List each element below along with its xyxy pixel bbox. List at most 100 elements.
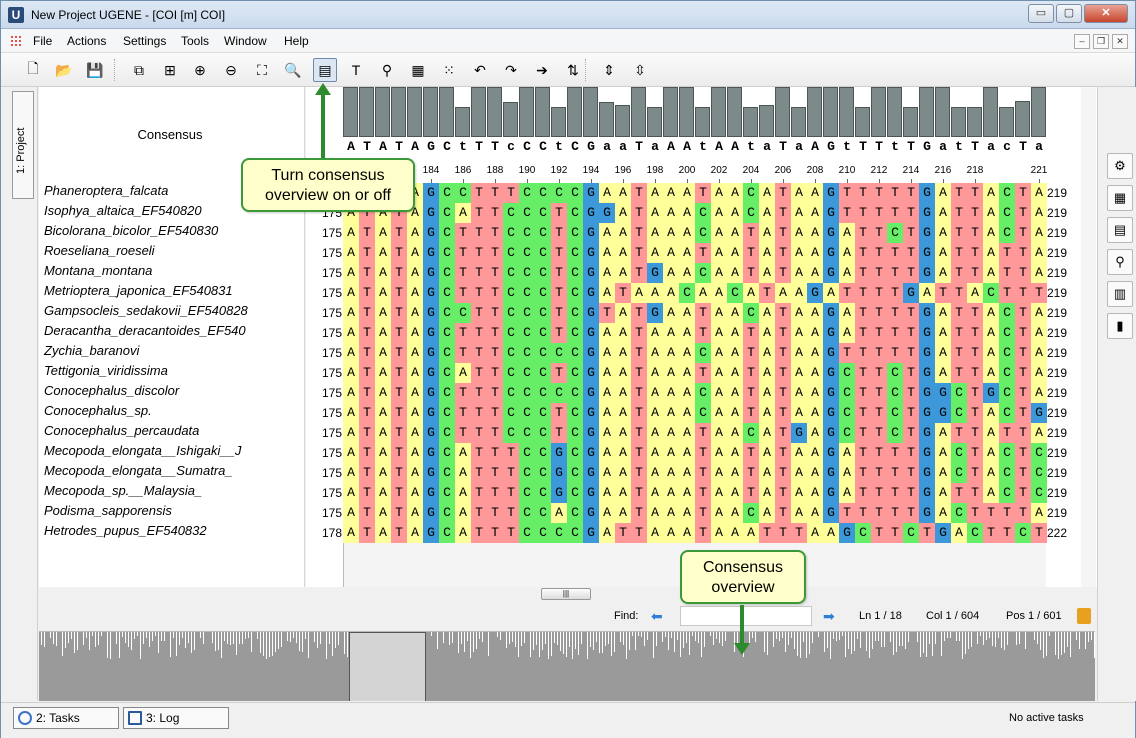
alignment-cell[interactable]: T xyxy=(871,183,887,203)
alignment-cell[interactable]: C xyxy=(567,363,583,383)
alignment-cell[interactable]: A xyxy=(1031,423,1047,443)
alignment-cell[interactable]: T xyxy=(871,383,887,403)
alignment-cell[interactable]: A xyxy=(727,263,743,283)
alignment-cell[interactable]: A xyxy=(791,343,807,363)
alignment-cell[interactable]: T xyxy=(951,203,967,223)
alignment-cell[interactable]: A xyxy=(679,183,695,203)
alignment-cell[interactable]: T xyxy=(391,343,407,363)
alignment-cell[interactable]: T xyxy=(487,423,503,443)
alignment-cell[interactable]: C xyxy=(519,483,535,503)
alignment-cell[interactable]: C xyxy=(967,523,983,543)
alignment-cell[interactable]: A xyxy=(935,503,951,523)
alignment-cell[interactable]: C xyxy=(519,383,535,403)
alignment-cell[interactable]: A xyxy=(759,203,775,223)
alignment-cell[interactable]: T xyxy=(951,263,967,283)
alignment-cell[interactable]: G xyxy=(423,303,439,323)
alignment-cell[interactable]: T xyxy=(775,243,791,263)
alignment-cell[interactable]: T xyxy=(359,503,375,523)
alignment-cell[interactable]: C xyxy=(551,183,567,203)
alignment-cell[interactable]: A xyxy=(1031,243,1047,263)
alignment-cell[interactable]: T xyxy=(471,363,487,383)
alignment-cell[interactable]: A xyxy=(647,503,663,523)
alignment-cell[interactable]: A xyxy=(839,443,855,463)
alignment-cell[interactable]: A xyxy=(967,283,983,303)
alignment-cell[interactable]: T xyxy=(967,483,983,503)
alignment-cell[interactable]: G xyxy=(583,443,599,463)
alignment-cell[interactable]: T xyxy=(631,423,647,443)
alignment-cell[interactable]: T xyxy=(391,463,407,483)
alignment-cell[interactable]: C xyxy=(887,423,903,443)
alignment-cell[interactable]: A xyxy=(679,263,695,283)
alignment-cell[interactable]: G xyxy=(583,263,599,283)
alignment-cell[interactable]: A xyxy=(343,223,359,243)
alignment-cell[interactable]: C xyxy=(695,383,711,403)
alignment-cell[interactable]: T xyxy=(695,363,711,383)
alignment-cell[interactable]: A xyxy=(807,183,823,203)
zoom-in-icon[interactable]: ⊕ xyxy=(188,58,212,82)
alignment-cell[interactable]: G xyxy=(583,463,599,483)
alignment-cell[interactable]: A xyxy=(983,303,999,323)
alignment-cell[interactable]: T xyxy=(551,363,567,383)
alignment-cell[interactable]: T xyxy=(855,463,871,483)
alignment-cell[interactable]: T xyxy=(871,403,887,423)
alignment-cell[interactable]: A xyxy=(615,443,631,463)
alignment-cell[interactable]: T xyxy=(487,303,503,323)
alignment-cell[interactable]: C xyxy=(695,223,711,243)
alignment-cell[interactable]: T xyxy=(631,303,647,323)
alignment-cell[interactable]: T xyxy=(887,303,903,323)
alignment-cell[interactable]: T xyxy=(471,263,487,283)
alignment-cell[interactable]: G xyxy=(919,463,935,483)
alignment-cell[interactable]: T xyxy=(391,503,407,523)
alignment-cell[interactable]: C xyxy=(999,443,1015,463)
tree-settings-icon[interactable]: ⚲ xyxy=(1107,249,1133,275)
alignment-cell[interactable]: A xyxy=(791,203,807,223)
alignment-cell[interactable]: G xyxy=(551,443,567,463)
alignment-cell[interactable]: A xyxy=(679,423,695,443)
alignment-cell[interactable]: A xyxy=(983,203,999,223)
alignment-cell[interactable]: T xyxy=(487,383,503,403)
alignment-cell[interactable]: A xyxy=(647,403,663,423)
find-input[interactable] xyxy=(680,606,812,626)
zoom-out-icon[interactable]: ⊖ xyxy=(219,58,243,82)
alignment-cell[interactable]: A xyxy=(983,403,999,423)
alignment-cell[interactable]: G xyxy=(583,183,599,203)
alignment-cell[interactable]: T xyxy=(855,243,871,263)
alignment-cell[interactable]: G xyxy=(423,443,439,463)
alignment-cell[interactable]: A xyxy=(375,443,391,463)
alignment-cell[interactable]: T xyxy=(775,503,791,523)
alignment-cell[interactable]: T xyxy=(359,523,375,543)
alignment-cell[interactable]: A xyxy=(615,243,631,263)
alignment-cell[interactable]: T xyxy=(759,523,775,543)
alignment-cell[interactable]: A xyxy=(711,203,727,223)
alignment-cell[interactable]: T xyxy=(631,383,647,403)
alignment-cell[interactable]: T xyxy=(631,203,647,223)
alignment-cell[interactable]: T xyxy=(871,483,887,503)
alignment-cell[interactable]: T xyxy=(775,263,791,283)
alignment-cell[interactable]: C xyxy=(743,203,759,223)
alignment-cell[interactable]: A xyxy=(983,423,999,443)
alignment-cell[interactable]: T xyxy=(903,383,919,403)
alignment-cell[interactable]: T xyxy=(967,343,983,363)
alignment-cell[interactable]: T xyxy=(1015,503,1031,523)
consensus-overview[interactable] xyxy=(39,631,1095,701)
alignment-cell[interactable]: T xyxy=(471,483,487,503)
alignment-cell[interactable]: T xyxy=(775,203,791,223)
alignment-cell[interactable]: G xyxy=(647,303,663,323)
alignment-cell[interactable]: T xyxy=(359,443,375,463)
alignment-cell[interactable]: A xyxy=(647,323,663,343)
alignment-cell[interactable]: A xyxy=(823,283,839,303)
alignment-cell[interactable]: C xyxy=(519,283,535,303)
alignment-cell[interactable]: A xyxy=(727,463,743,483)
alignment-cell[interactable]: A xyxy=(983,343,999,363)
alignment-cell[interactable]: C xyxy=(567,423,583,443)
alignment-cell[interactable]: C xyxy=(535,223,551,243)
alignment-cell[interactable]: A xyxy=(935,203,951,223)
alignment-cell[interactable]: A xyxy=(663,363,679,383)
alignment-cell[interactable]: A xyxy=(375,503,391,523)
alignment-cell[interactable]: A xyxy=(375,363,391,383)
alignment-cell[interactable]: T xyxy=(631,243,647,263)
alignment-cell[interactable]: T xyxy=(359,403,375,423)
alignment-cell[interactable]: T xyxy=(871,463,887,483)
alignment-cell[interactable]: A xyxy=(727,343,743,363)
alignment-cell[interactable]: G xyxy=(423,523,439,543)
